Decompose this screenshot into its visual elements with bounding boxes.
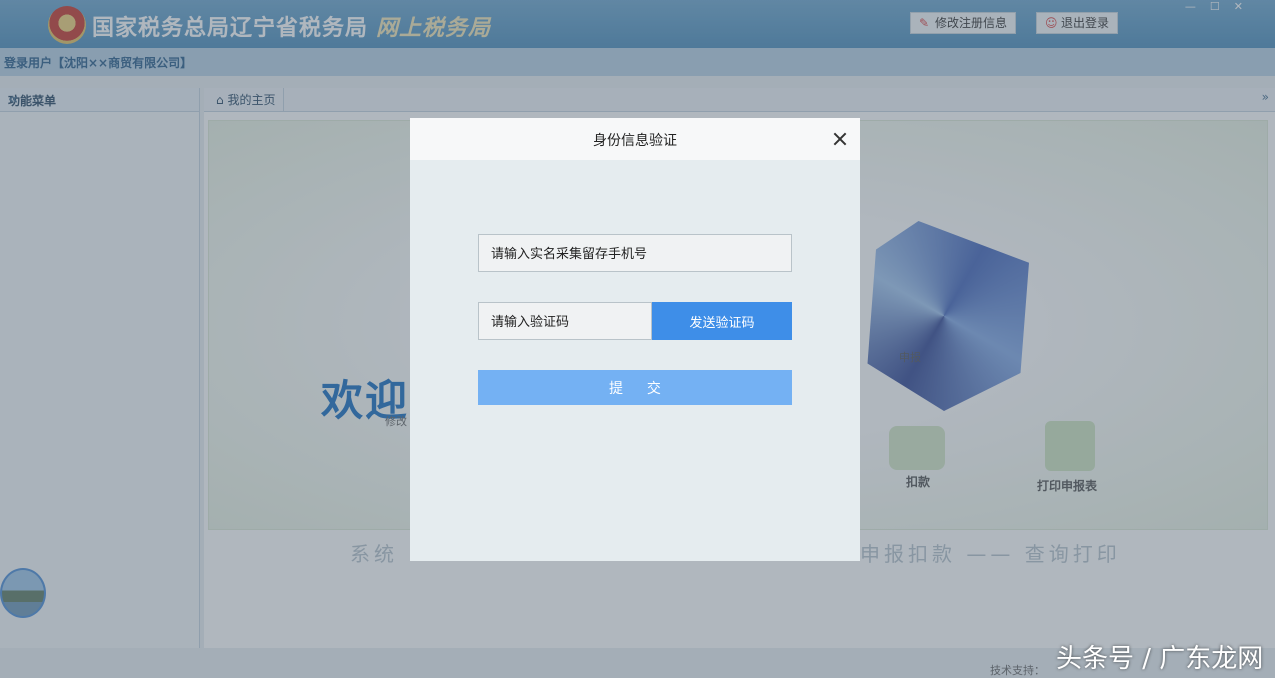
watermark-text: 头条号 / 广东龙网 (1056, 644, 1264, 674)
verification-code-input[interactable] (478, 302, 652, 340)
dialog-header: 身份信息验证 (410, 118, 860, 160)
identity-verification-dialog: 身份信息验证 发送验证码 提 交 (410, 118, 860, 561)
submit-button[interactable]: 提 交 (478, 370, 792, 405)
dialog-title: 身份信息验证 (593, 133, 677, 149)
send-code-button[interactable]: 发送验证码 (652, 302, 792, 340)
close-icon[interactable] (828, 127, 852, 151)
phone-input[interactable] (478, 234, 792, 272)
